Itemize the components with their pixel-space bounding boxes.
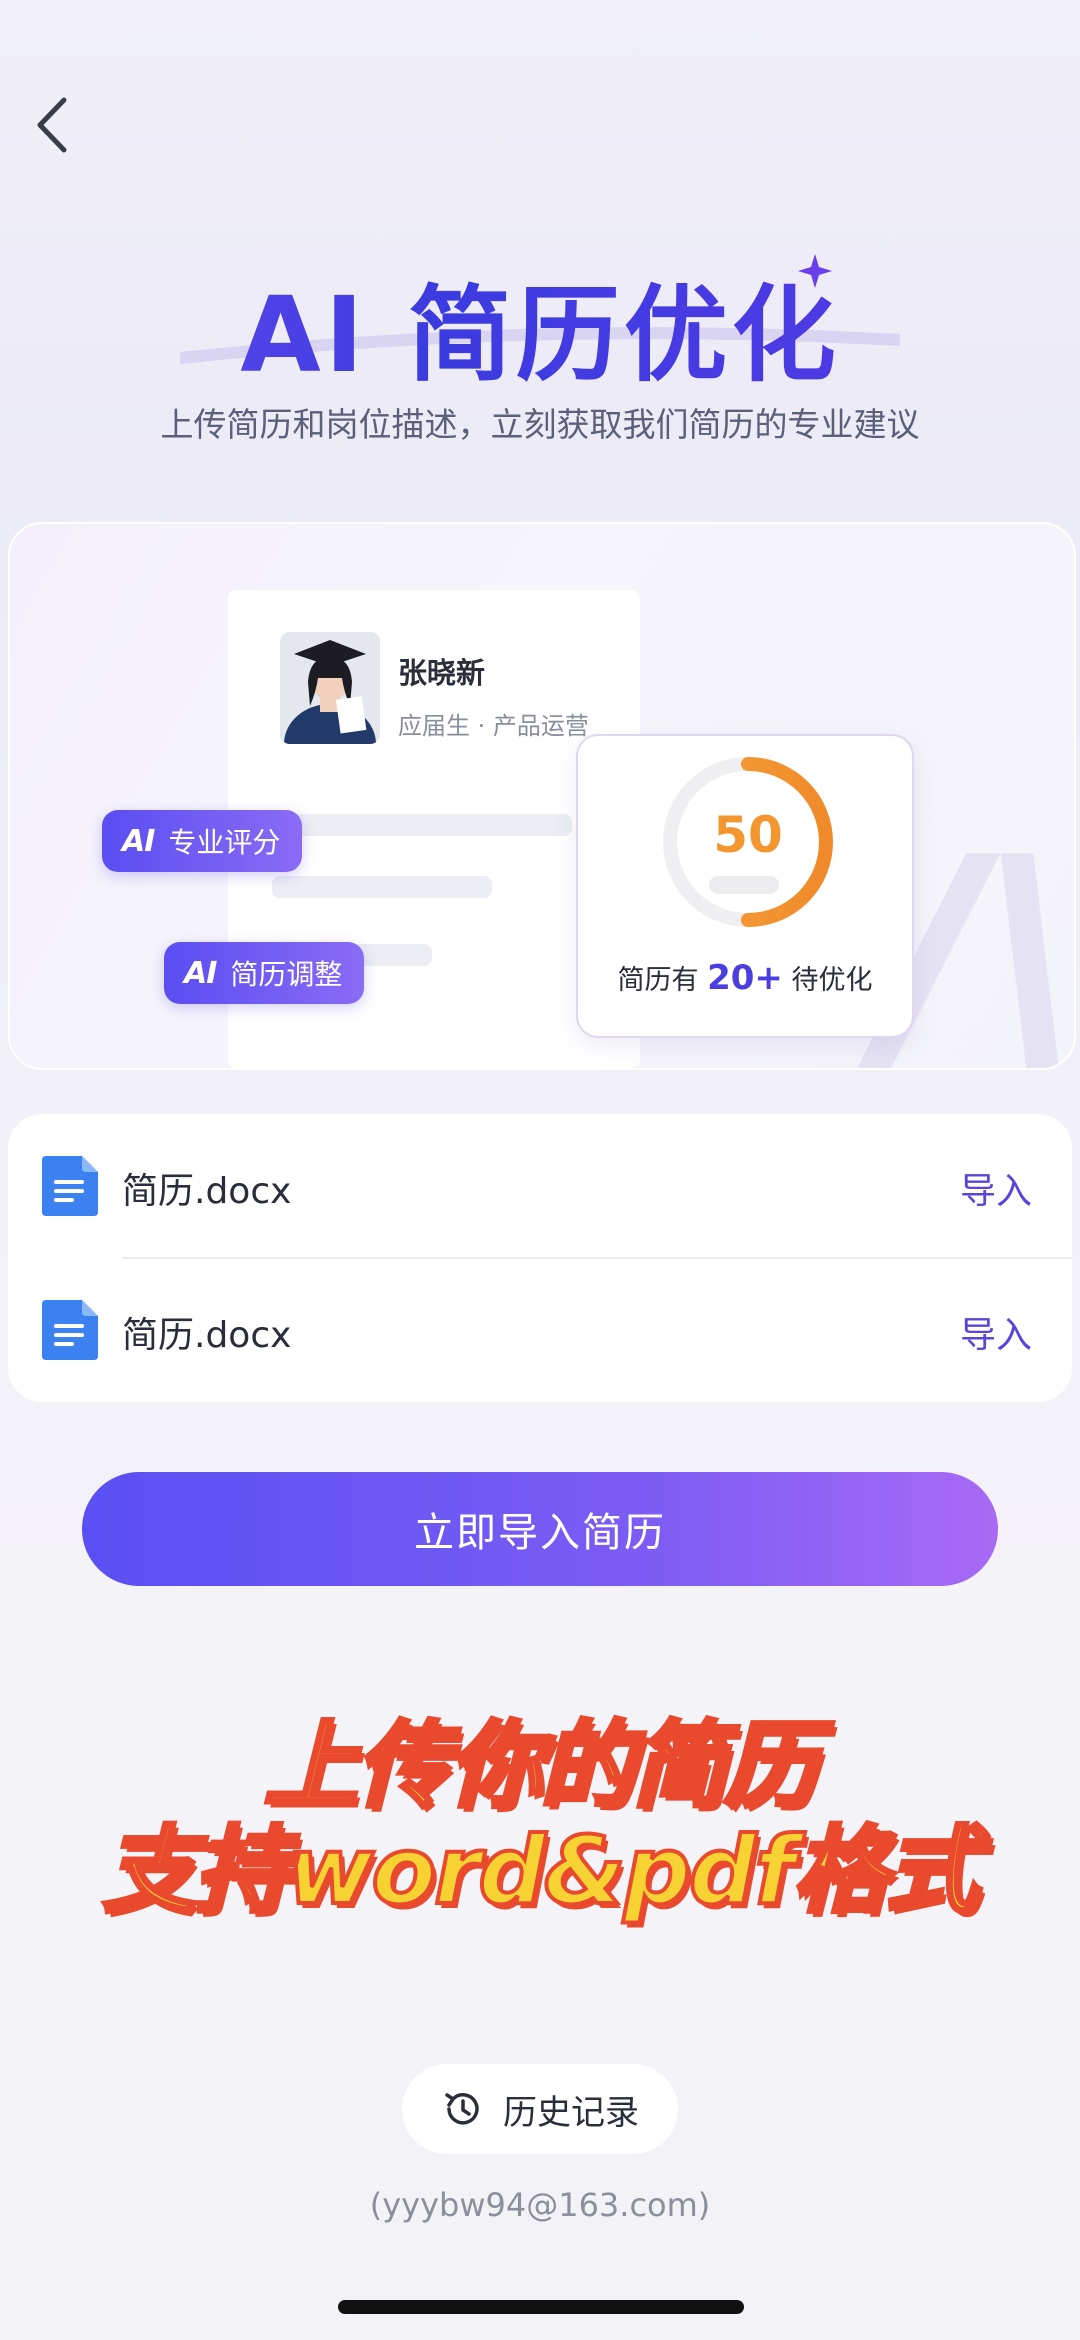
page-title: AI 简历优化 bbox=[0, 250, 1080, 401]
home-indicator[interactable] bbox=[338, 2300, 744, 2314]
file-list: 简历.docx 导入 简历.docx 导入 bbox=[8, 1114, 1072, 1402]
skeleton-line bbox=[272, 814, 572, 836]
history-label: 历史记录 bbox=[503, 2092, 639, 2133]
tag-label: 专业评分 bbox=[168, 826, 281, 859]
avatar bbox=[280, 632, 380, 744]
skeleton-line bbox=[272, 876, 492, 898]
title-text: 简历优化 bbox=[407, 274, 840, 396]
tag-label: 简历调整 bbox=[230, 958, 343, 991]
history-clock-icon bbox=[445, 2093, 479, 2125]
graduate-avatar-icon bbox=[280, 632, 380, 744]
import-resume-button[interactable]: 立即导入简历 bbox=[82, 1472, 998, 1586]
file-name: 简历.docx bbox=[122, 1315, 292, 1356]
skeleton-line bbox=[709, 876, 779, 894]
score-caption-prefix: 简历有 bbox=[617, 965, 699, 996]
file-row[interactable]: 简历.docx 导入 bbox=[8, 1114, 1072, 1259]
document-icon bbox=[42, 1156, 98, 1216]
ai-pro-score-tag: AI 专业评分 bbox=[102, 810, 303, 872]
page-subtitle: 上传简历和岗位描述，立刻获取我们简历的专业建议 bbox=[160, 405, 920, 444]
person-name: 张晓新 bbox=[398, 656, 486, 690]
chevron-left-icon bbox=[37, 97, 67, 153]
import-button[interactable]: 导入 bbox=[960, 1306, 1032, 1358]
score-caption: 简历有 20+ 待优化 bbox=[578, 958, 912, 998]
person-meta: 应届生 · 产品运营 bbox=[398, 712, 589, 740]
history-button[interactable]: 历史记录 bbox=[402, 2064, 678, 2154]
score-caption-suffix: 待优化 bbox=[791, 965, 873, 996]
back-button[interactable] bbox=[20, 90, 90, 160]
sparkle-icon bbox=[798, 254, 832, 288]
score-card: 50 简历有 20+ 待优化 bbox=[576, 734, 914, 1038]
ai-adjust-tag: AI 简历调整 bbox=[164, 942, 365, 1004]
file-row[interactable]: 简历.docx 导入 bbox=[8, 1258, 1072, 1402]
ai-badge: AI bbox=[122, 823, 155, 859]
score-caption-count: 20+ bbox=[707, 958, 783, 998]
title-ai: AI bbox=[240, 274, 368, 396]
contact-email: (yyybw94@163.com) bbox=[369, 2186, 711, 2224]
file-name: 简历.docx bbox=[122, 1171, 292, 1212]
resume-showcase-card: /\ 张晓新 应届生 · 产品运营 AI 专业评分 AI 简历调整 50 简历有… bbox=[8, 522, 1076, 1070]
overlay-caption-line2: 支持word&pdf格式 bbox=[101, 1815, 982, 1928]
score-value: 50 bbox=[713, 806, 783, 864]
document-icon bbox=[42, 1300, 98, 1360]
import-button[interactable]: 导入 bbox=[960, 1162, 1032, 1214]
ai-badge: AI bbox=[184, 955, 217, 991]
